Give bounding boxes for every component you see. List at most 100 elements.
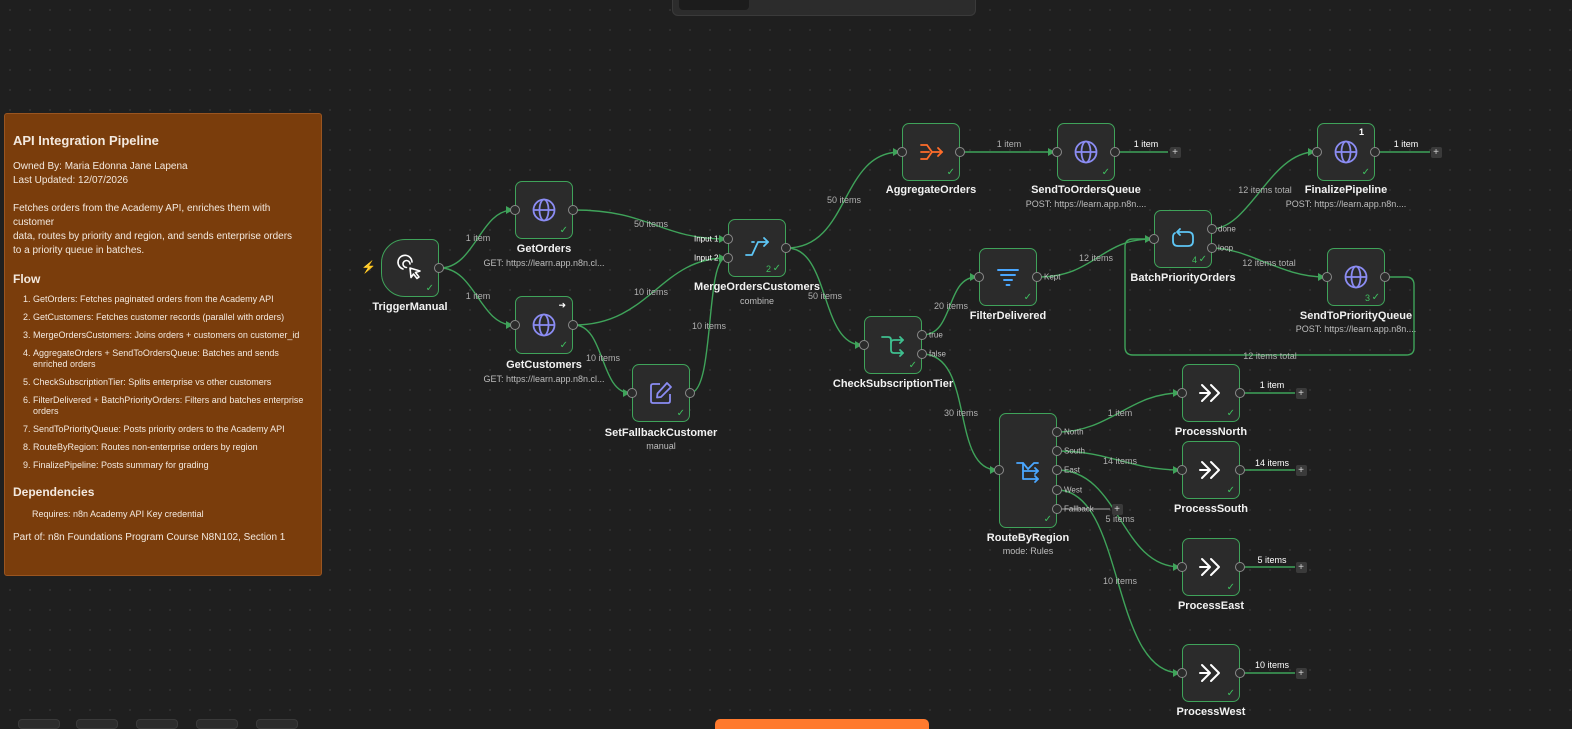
run-count: 4 <box>1191 255 1197 265</box>
add-node-button[interactable]: + <box>1295 561 1307 573</box>
double-chevron-icon <box>1199 664 1220 682</box>
output-port[interactable] <box>781 243 791 253</box>
output-port[interactable] <box>685 388 695 398</box>
output-port[interactable] <box>917 330 927 340</box>
zoom-control[interactable] <box>76 719 118 729</box>
node-trigger-manual[interactable]: ✓ <box>381 239 439 297</box>
node-subtitle: manual <box>646 441 676 451</box>
output-port[interactable] <box>1110 147 1120 157</box>
input-port[interactable] <box>1312 147 1322 157</box>
node-process-north[interactable]: ✓ <box>1182 364 1240 422</box>
output-port[interactable] <box>1052 504 1062 514</box>
execute-workflow-button[interactable] <box>715 719 929 729</box>
output-port[interactable] <box>1207 243 1217 253</box>
output-port[interactable] <box>568 320 578 330</box>
output-port[interactable] <box>1235 465 1245 475</box>
output-port[interactable] <box>1235 388 1245 398</box>
node-label: TriggerManual <box>372 301 448 313</box>
success-check-icon: ✓ <box>559 225 568 236</box>
output-port[interactable] <box>1235 562 1245 572</box>
node-merge-orders-customers[interactable]: 2 ✓ <box>728 219 786 277</box>
node-label: ProcessNorth <box>1174 426 1248 438</box>
input-port[interactable] <box>1177 465 1187 475</box>
zoom-control[interactable] <box>196 719 238 729</box>
output-port[interactable] <box>1235 668 1245 678</box>
node-aggregate-orders[interactable]: ✓ <box>902 123 960 181</box>
edge-item-count: 10 items <box>1102 576 1138 586</box>
output-port[interactable] <box>1052 446 1062 456</box>
node-send-to-orders-queue[interactable]: ✓ <box>1057 123 1115 181</box>
node-check-subscription-tier[interactable]: ✓ <box>864 316 922 374</box>
success-check-icon: ✓ <box>559 340 568 351</box>
node-get-customers[interactable]: ➜ ✓ <box>515 296 573 354</box>
zoom-control[interactable] <box>256 719 298 729</box>
node-process-west[interactable]: ✓ <box>1182 644 1240 702</box>
add-node-button[interactable]: + <box>1295 387 1307 399</box>
sticky-flow-list: GetOrders: Fetches paginated orders from… <box>13 294 313 471</box>
edge-item-count: 10 items <box>585 353 621 363</box>
input-port[interactable] <box>723 253 733 263</box>
arrow-right-icon: ➜ <box>558 300 566 310</box>
output-port[interactable] <box>1207 224 1217 234</box>
success-check-icon: ✓ <box>676 408 685 419</box>
input-port[interactable] <box>859 340 869 350</box>
sticky-owner: Owned By: Maria Edonna Jane Lapena <box>13 161 188 172</box>
input-port[interactable] <box>994 465 1004 475</box>
input-port[interactable] <box>1149 234 1159 244</box>
output-port[interactable] <box>1052 465 1062 475</box>
output-port[interactable] <box>1052 427 1062 437</box>
node-get-orders[interactable]: ✓ <box>515 181 573 239</box>
west-output-label: West <box>1064 485 1083 495</box>
input-port[interactable] <box>1177 388 1187 398</box>
node-route-by-region[interactable]: ✓ <box>999 413 1057 528</box>
add-node-button[interactable]: + <box>1295 667 1307 679</box>
output-port[interactable] <box>1370 147 1380 157</box>
input-port[interactable] <box>1052 147 1062 157</box>
node-subtitle: GET: https://learn.app.n8n.cl... <box>483 258 605 268</box>
add-node-button[interactable]: + <box>1111 503 1123 515</box>
node-send-to-priority-queue[interactable]: 3 ✓ <box>1327 248 1385 306</box>
success-check-icon: ✓ <box>1371 292 1380 303</box>
input-port[interactable] <box>510 205 520 215</box>
globe-icon <box>1344 265 1368 289</box>
node-batch-priority-orders[interactable]: 4 ✓ <box>1154 210 1212 268</box>
loop-output-label: loop <box>1218 243 1234 253</box>
add-node-button[interactable]: + <box>1295 464 1307 476</box>
add-node-button[interactable]: + <box>1430 146 1442 158</box>
input-port[interactable] <box>627 388 637 398</box>
node-process-east[interactable]: ✓ <box>1182 538 1240 596</box>
node-filter-delivered[interactable]: ✓ <box>979 248 1037 306</box>
input-port[interactable] <box>510 320 520 330</box>
flow-item: GetOrders: Fetches paginated orders from… <box>33 294 313 305</box>
sticky-note[interactable]: API Integration Pipeline Owned By: Maria… <box>4 113 322 576</box>
merge-input-1-label: Input 1 <box>694 234 719 244</box>
node-label: SendToOrdersQueue <box>1031 184 1141 196</box>
globe-icon <box>532 313 556 337</box>
output-port[interactable] <box>1032 272 1042 282</box>
output-port[interactable] <box>568 205 578 215</box>
output-port[interactable] <box>434 263 444 273</box>
input-port[interactable] <box>1177 562 1187 572</box>
node-label: SetFallbackCustomer <box>604 427 718 439</box>
node-finalize-pipeline[interactable]: 1 ✓ <box>1317 123 1375 181</box>
edge-item-count: 12 items total <box>1238 185 1292 195</box>
fallback-output-label: Fallback <box>1064 504 1094 514</box>
input-port[interactable] <box>974 272 984 282</box>
zoom-control[interactable] <box>18 719 60 729</box>
output-port[interactable] <box>1052 485 1062 495</box>
sticky-title: API Integration Pipeline <box>13 133 159 148</box>
output-port[interactable] <box>1380 272 1390 282</box>
edge-item-count: 30 items <box>943 408 979 418</box>
output-port[interactable] <box>917 349 927 359</box>
input-port[interactable] <box>897 147 907 157</box>
zoom-control[interactable] <box>136 719 178 729</box>
input-port[interactable] <box>723 234 733 244</box>
add-node-button[interactable]: + <box>1169 146 1181 158</box>
input-port[interactable] <box>1322 272 1332 282</box>
success-check-icon: ✓ <box>425 283 434 294</box>
input-port[interactable] <box>1177 668 1187 678</box>
output-port[interactable] <box>955 147 965 157</box>
run-count: 2 <box>765 264 771 274</box>
node-set-fallback-customer[interactable]: ✓ <box>632 364 690 422</box>
node-process-south[interactable]: ✓ <box>1182 441 1240 499</box>
